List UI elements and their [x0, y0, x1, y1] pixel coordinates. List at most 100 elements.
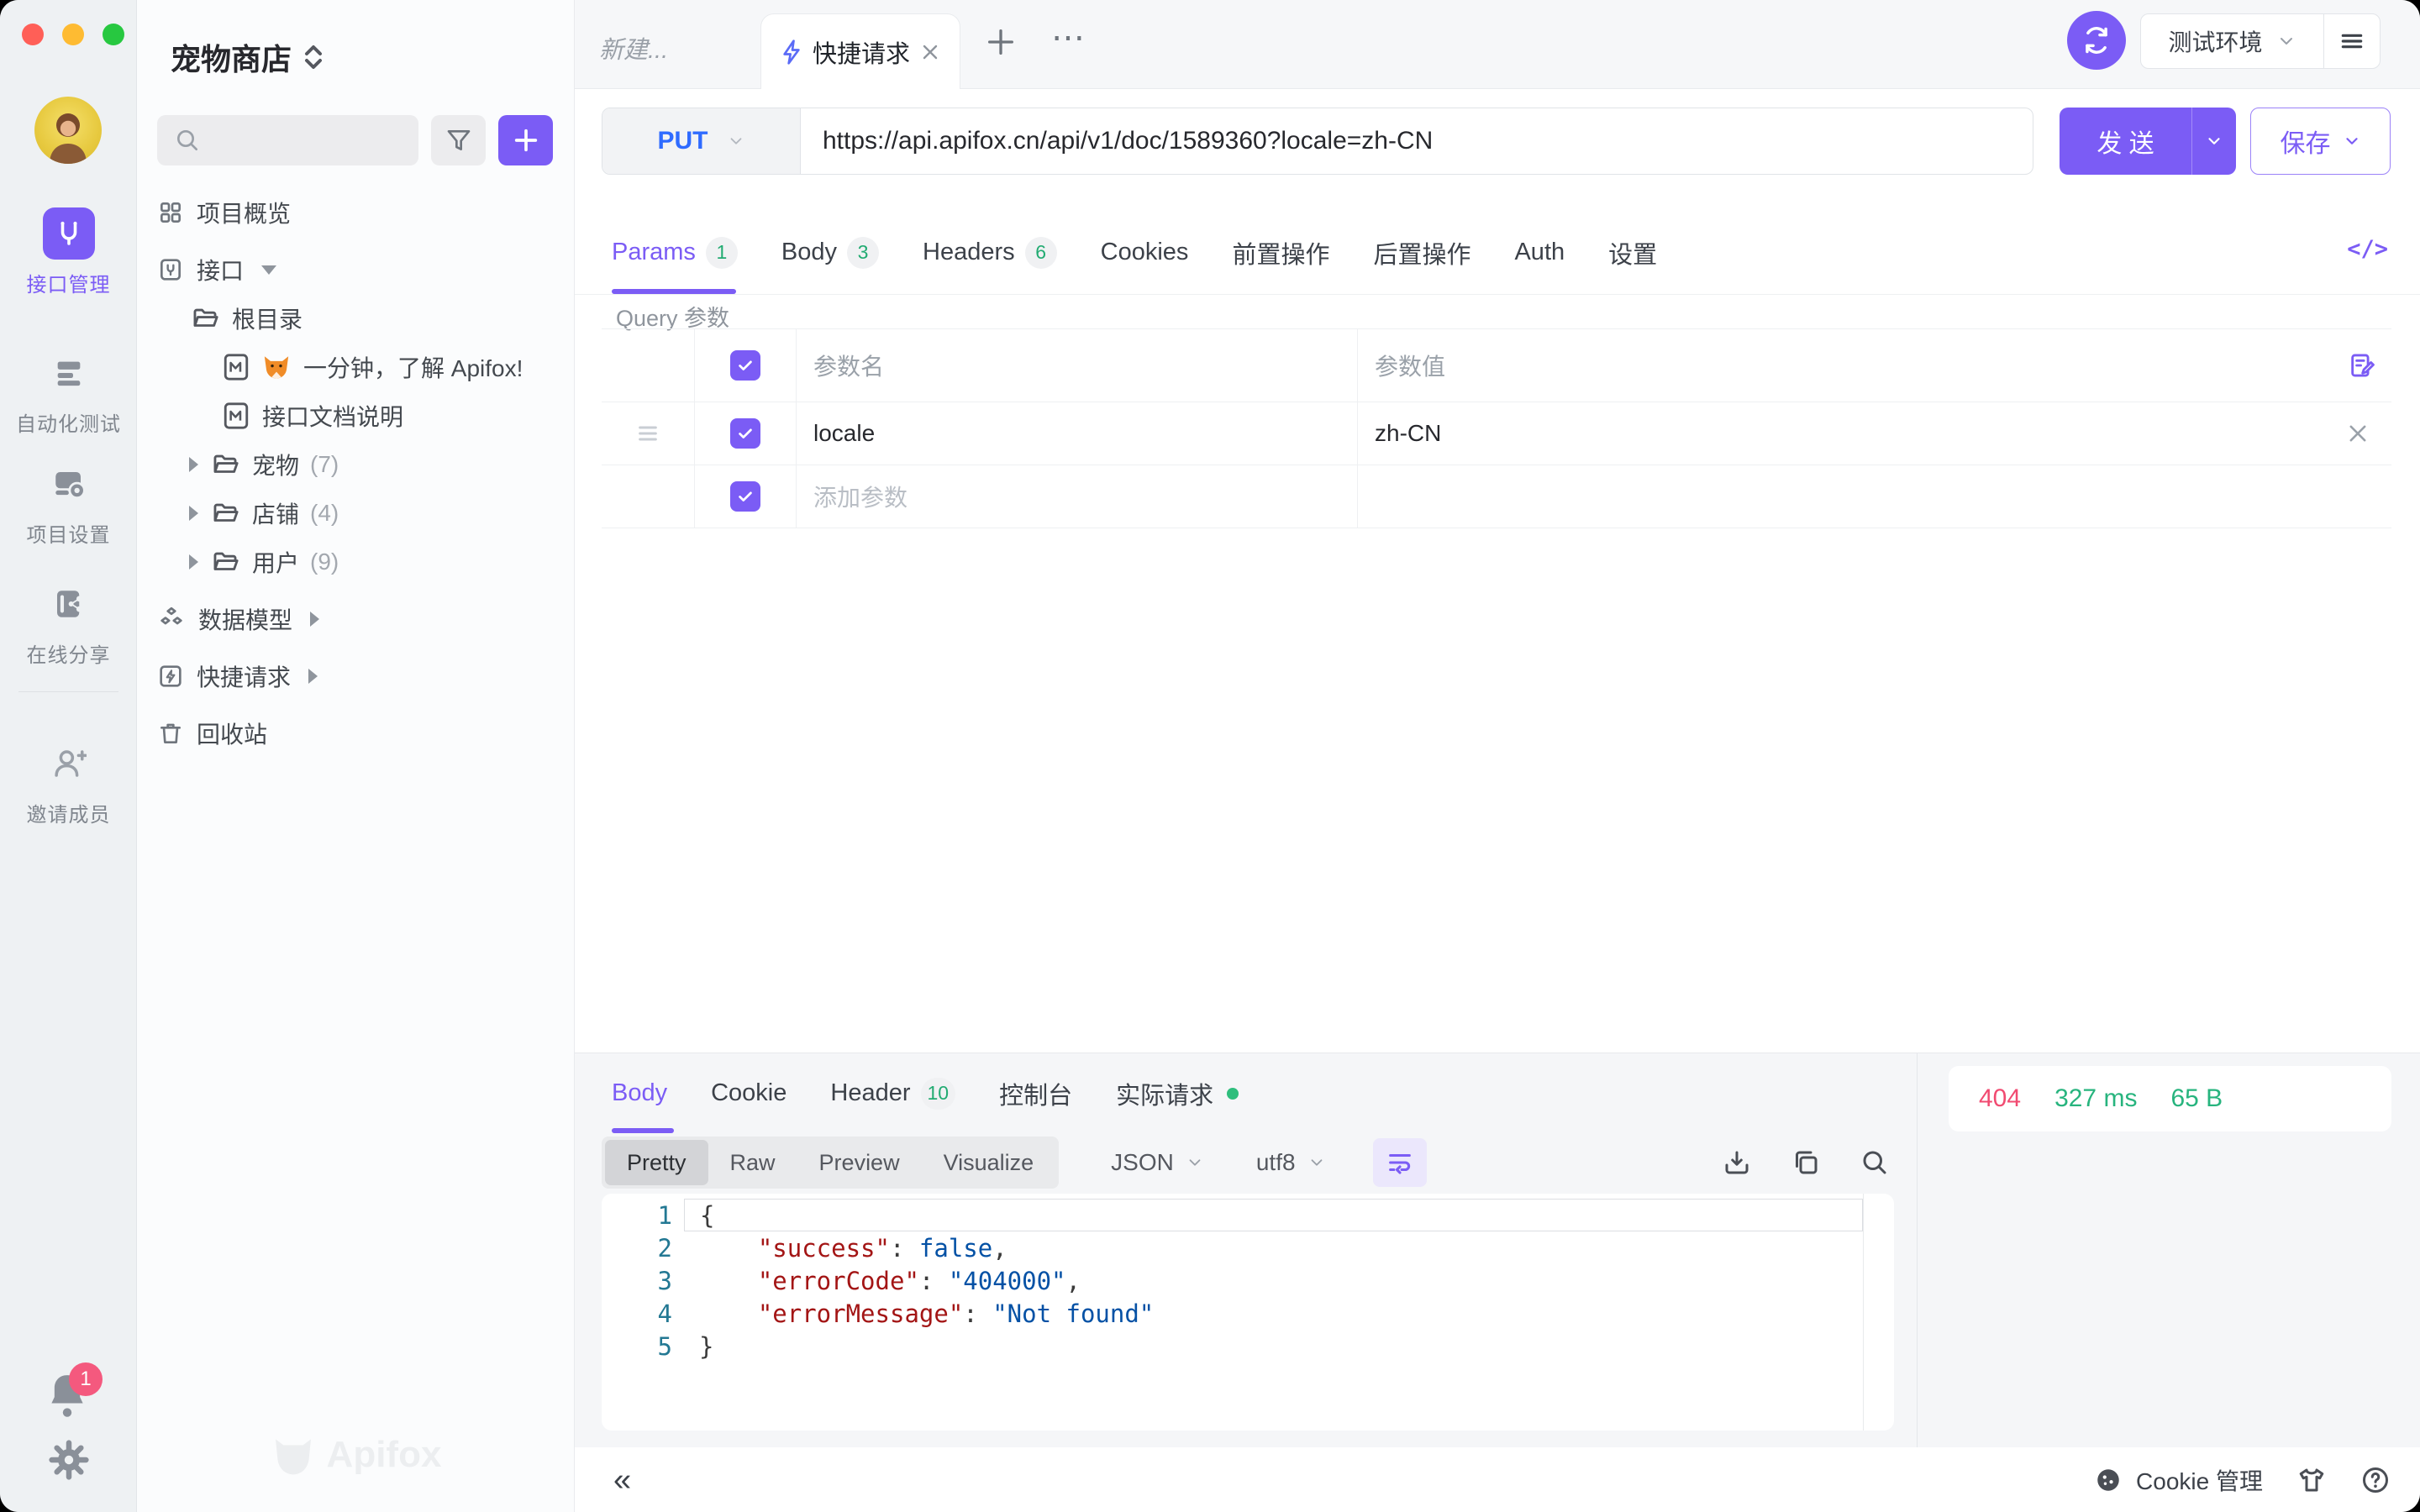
tab-pre-operations[interactable]: 前置操作 [1232, 235, 1329, 270]
zoom-window-button[interactable] [103, 24, 124, 45]
environment-group: 测试环境 [2140, 13, 2381, 69]
tree-doc-readme[interactable]: 接口文档说明 [137, 391, 574, 440]
tree-section-api[interactable]: 接口 [137, 245, 574, 294]
new-tab-ghost[interactable]: 新建... [599, 30, 668, 66]
sync-button[interactable] [2067, 11, 2126, 70]
code-line[interactable]: 5} [602, 1330, 1894, 1362]
tree-item-project-overview[interactable]: 项目概览 [137, 188, 574, 237]
tree-folder-shop[interactable]: 店铺 (4) [137, 489, 574, 538]
sidebar-item-api-management[interactable]: 接口管理 [0, 207, 137, 297]
app-settings-button[interactable] [47, 1438, 91, 1482]
tree-item-label: 数据模型 [198, 602, 292, 636]
tree-section-quick-request[interactable]: 快捷请求 [137, 652, 574, 701]
code-line[interactable]: 1{ [602, 1199, 1894, 1231]
sidebar-item-project-settings[interactable]: 项目设置 [0, 458, 137, 548]
code-scrollbar[interactable] [1863, 1194, 1894, 1431]
user-avatar[interactable] [34, 97, 102, 164]
response-code-editor[interactable]: 1{2 "success": false,3 "errorCode": "404… [602, 1194, 1894, 1431]
close-tab-icon[interactable] [920, 42, 940, 62]
param-enabled-checkbox[interactable] [730, 481, 760, 512]
send-options-button[interactable] [2191, 108, 2236, 175]
param-row-locale: locale zh-CN [602, 402, 2391, 465]
code-line[interactable]: 2 "success": false, [602, 1231, 1894, 1264]
tab-post-operations[interactable]: 后置操作 [1373, 235, 1470, 270]
param-value-input[interactable]: zh-CN [1358, 402, 2391, 465]
quick-request-icon [157, 663, 184, 690]
encoding-select[interactable]: utf8 [1256, 1149, 1326, 1176]
minimize-window-button[interactable] [62, 24, 84, 45]
tab-quick-request[interactable]: 快捷请求 [760, 13, 960, 90]
tree-folder-root[interactable]: 根目录 [137, 294, 574, 343]
view-mode-pretty[interactable]: Pretty [605, 1140, 708, 1185]
tab-cookies[interactable]: Cookies [1101, 239, 1189, 266]
environment-select[interactable]: 测试环境 [2141, 14, 2324, 68]
code-lines: 1{2 "success": false,3 "errorCode": "404… [602, 1194, 1894, 1362]
method-select[interactable]: PUT [602, 108, 801, 174]
bulk-edit-button[interactable] [2348, 351, 2376, 380]
request-config-tabs: Params 1 Body 3 Headers 6 Cookies 前置操作 后… [575, 211, 2420, 295]
new-api-button[interactable] [498, 115, 553, 165]
project-switcher[interactable]: 宠物商店 [171, 35, 324, 79]
tree-folder-pet[interactable]: 宠物 (7) [137, 440, 574, 489]
tree-folder-user[interactable]: 用户 (9) [137, 538, 574, 586]
sidebar-item-auto-test[interactable]: 自动化测试 [0, 347, 137, 437]
response-tab-console[interactable]: 控制台 [999, 1076, 1072, 1111]
generate-code-button[interactable]: </> [2347, 236, 2388, 262]
url-combo: PUT https://api.apifox.cn/api/v1/doc/158… [602, 108, 2033, 175]
save-button[interactable]: 保存 [2250, 108, 2391, 175]
tree-item-label: 接口 [197, 253, 244, 286]
folder-icon [211, 548, 239, 576]
tab-request-settings[interactable]: 设置 [1608, 235, 1657, 270]
tree-section-trash[interactable]: 回收站 [137, 709, 574, 758]
notification-badge: 1 [69, 1362, 103, 1396]
search-input[interactable] [157, 115, 418, 165]
folder-icon [211, 450, 239, 479]
response-tab-body[interactable]: Body [612, 1079, 667, 1107]
select-all-checkbox[interactable] [730, 350, 760, 381]
chevron-right-icon [308, 669, 318, 684]
tree-doc-intro[interactable]: 一分钟，了解 Apifox! [137, 343, 574, 391]
response-panel: Body Cookie Header 10 控制台 实际请求 Prett [575, 1053, 2420, 1447]
header-count-badge: 10 [921, 1078, 956, 1110]
add-param-value-input[interactable] [1358, 465, 2391, 528]
tab-auth[interactable]: Auth [1514, 239, 1565, 266]
tab-headers[interactable]: Headers 6 [923, 237, 1057, 269]
invite-members-button[interactable]: 邀请成员 [0, 738, 137, 827]
help-icon[interactable] [2360, 1465, 2391, 1495]
notifications-button[interactable]: 1 [45, 1371, 92, 1425]
filter-button[interactable] [431, 115, 486, 165]
tshirt-theme-icon[interactable] [2296, 1465, 2327, 1495]
delete-param-button[interactable] [2346, 422, 2370, 445]
url-input[interactable]: https://api.apifox.cn/api/v1/doc/1589360… [801, 108, 2033, 174]
format-select[interactable]: JSON [1111, 1149, 1204, 1176]
more-tabs-button[interactable]: ⋯ [1051, 18, 1088, 57]
send-button[interactable]: 发 送 [2060, 108, 2236, 175]
param-enabled-checkbox[interactable] [730, 418, 760, 449]
collapse-panel-button[interactable]: « [613, 1464, 631, 1496]
tab-body[interactable]: Body 3 [781, 237, 879, 269]
download-response-icon[interactable] [1722, 1147, 1752, 1178]
environment-menu-button[interactable] [2324, 14, 2380, 68]
response-tab-actual-request[interactable]: 实际请求 [1116, 1076, 1239, 1111]
close-window-button[interactable] [22, 24, 44, 45]
code-line[interactable]: 4 "errorMessage": "Not found" [602, 1297, 1894, 1330]
project-title: 宠物商店 [171, 35, 292, 79]
add-tab-button[interactable] [984, 25, 1018, 59]
view-mode-visualize[interactable]: Visualize [922, 1140, 1056, 1185]
response-tab-header[interactable]: Header 10 [830, 1078, 955, 1110]
drag-handle[interactable] [602, 402, 695, 465]
word-wrap-toggle[interactable] [1373, 1138, 1427, 1187]
tab-params[interactable]: Params 1 [612, 237, 738, 269]
param-name-input[interactable]: locale [797, 402, 1358, 465]
response-tab-cookie[interactable]: Cookie [711, 1079, 786, 1107]
add-param-input[interactable]: 添加参数 [797, 465, 1358, 528]
copy-response-icon[interactable] [1791, 1147, 1821, 1178]
code-line[interactable]: 3 "errorCode": "404000", [602, 1264, 1894, 1297]
sync-icon [2081, 24, 2112, 56]
tree-section-data-models[interactable]: 数据模型 [137, 595, 574, 643]
view-mode-preview[interactable]: Preview [797, 1140, 922, 1185]
view-mode-raw[interactable]: Raw [708, 1140, 797, 1185]
sidebar-item-online-share[interactable]: 在线分享 [0, 578, 137, 668]
cookie-manage-button[interactable]: Cookie 管理 [2094, 1463, 2263, 1497]
search-response-icon[interactable] [1860, 1147, 1890, 1178]
